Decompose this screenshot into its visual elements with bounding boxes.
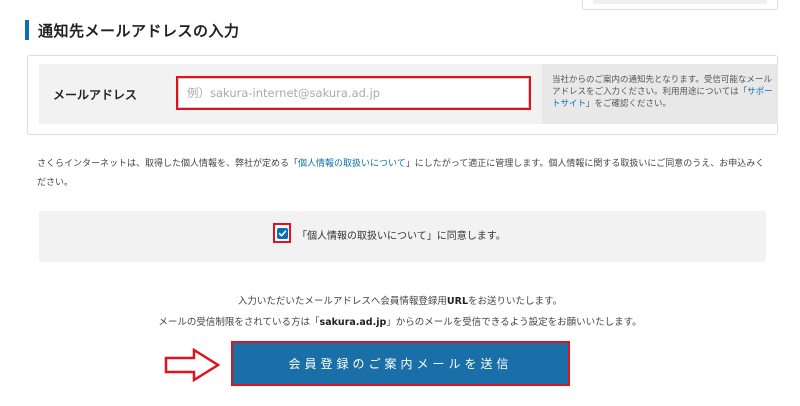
- info-line-2-prefix: メールの受信制限をされている方は「: [158, 317, 320, 328]
- top-panel-inner: [593, 0, 767, 4]
- email-form-row: メールアドレス 当社からのご案内の通知先となります。受信可能なメールアドレスをご…: [39, 64, 778, 124]
- submit-button-highlight: 会員登録のご案内メールを送信: [231, 341, 570, 386]
- help-text-part-2: 」をご確認ください。: [586, 99, 672, 109]
- privacy-notice: さくらインターネットは、取得した個人情報を、弊社が定める「個人情報の取扱いについ…: [37, 155, 769, 193]
- arrow-right-icon: [164, 348, 220, 382]
- heading-accent-bar: [25, 20, 29, 40]
- section-heading: 通知先メールアドレスの入力: [25, 19, 240, 41]
- checkmark-icon: [278, 229, 286, 236]
- agree-label[interactable]: 「個人情報の取扱いについて」に同意します。: [297, 227, 506, 242]
- send-guide-email-button[interactable]: 会員登録のご案内メールを送信: [233, 343, 568, 384]
- top-panel: [582, 0, 778, 10]
- agreement-box: 「個人情報の取扱いについて」に同意します。: [39, 211, 766, 262]
- agree-checkbox[interactable]: [276, 227, 288, 239]
- email-input[interactable]: [178, 78, 529, 108]
- email-input-highlight: [176, 76, 531, 110]
- info-line-2-strong: sakura.ad.jp: [319, 317, 387, 328]
- info-line-1-strong: URL: [446, 296, 469, 307]
- info-line-1-suffix: をお送りいたします。: [468, 296, 563, 307]
- section-heading-text: 通知先メールアドレスの入力: [38, 21, 240, 40]
- privacy-policy-link[interactable]: 個人情報の取扱いについて: [298, 159, 406, 169]
- help-text-part-1: 当社からのご案内の通知先となります。受信可能なメールアドレスをご入力ください。利…: [552, 75, 772, 97]
- info-line-2: メールの受信制限をされている方は「sakura.ad.jp」からのメールを受信で…: [0, 314, 800, 328]
- email-form-card: メールアドレス 当社からのご案内の通知先となります。受信可能なメールアドレスをご…: [27, 55, 778, 135]
- info-line-2-suffix: 」からのメールを受信できるよう設定をお願いいたします。: [386, 317, 642, 328]
- agree-checkbox-highlight: [273, 223, 291, 243]
- privacy-text-part-1: さくらインターネットは、取得した個人情報を、弊社が定める「: [37, 159, 299, 169]
- info-line-1-prefix: 入力いただいたメールアドレスへ会員情報登録用: [237, 296, 447, 307]
- email-label: メールアドレス: [53, 87, 138, 102]
- info-line-1: 入力いただいたメールアドレスへ会員情報登録用URLをお送りいたします。: [0, 293, 800, 307]
- email-help-text: 当社からのご案内の通知先となります。受信可能なメールアドレスをご入力ください。利…: [542, 64, 778, 124]
